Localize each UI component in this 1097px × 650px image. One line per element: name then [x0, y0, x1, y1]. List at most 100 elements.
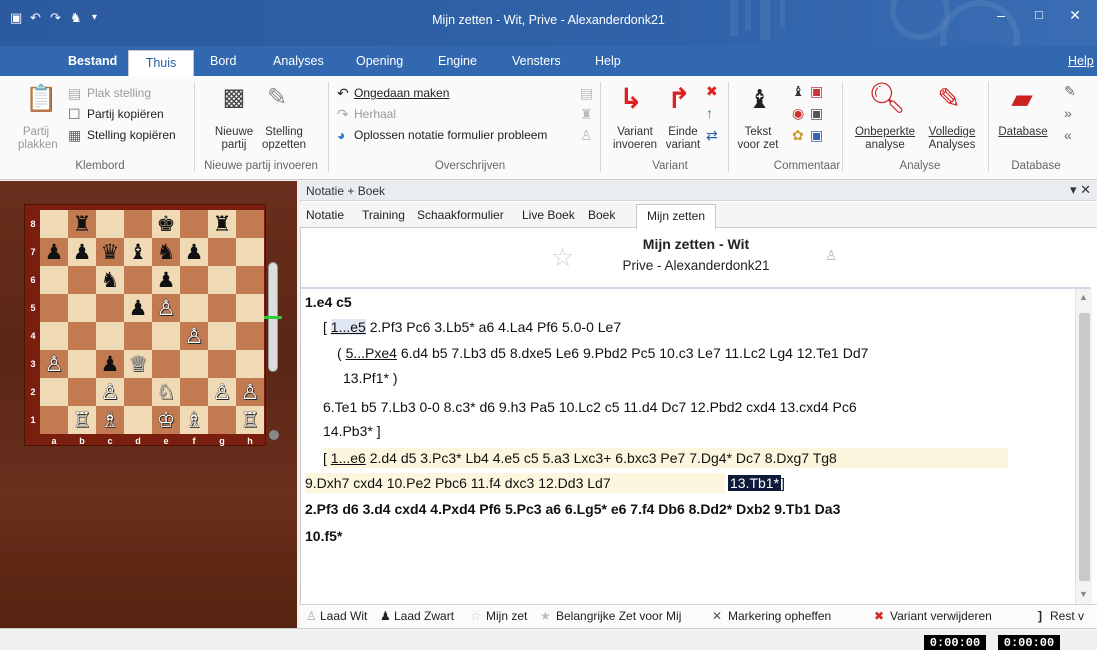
board-square-h7[interactable] — [236, 238, 264, 266]
close-button[interactable]: ✕ — [1058, 0, 1092, 30]
partij-kopieren-button[interactable]: Partij kopiëren — [87, 107, 164, 121]
notation-line-mainline-cont[interactable]: 2.Pf3 d6 3.d4 cxd4 4.Pxd4 Pf6 5.Pc3 a6 6… — [305, 499, 840, 519]
chess-piece[interactable]: ♝ — [129, 240, 148, 264]
board-square-h8[interactable] — [236, 210, 264, 238]
board-square-b7[interactable]: ♟ — [68, 238, 96, 266]
chess-piece[interactable]: ♞ — [157, 240, 176, 264]
subvariant-moves[interactable]: 6.d4 b5 7.Lb3 d5 8.dxe5 Le6 9.Pbd2 Pc5 1… — [397, 345, 869, 361]
variant-moves[interactable]: 2.Pf3 Pc6 3.Lb5* a6 4.La4 Pf6 5.0-0 Le7 — [366, 319, 621, 335]
board-square-c5[interactable] — [96, 294, 124, 322]
tab-thuis[interactable]: Thuis — [128, 50, 194, 76]
board-square-d8[interactable] — [124, 210, 152, 238]
onbeperkte-analyse-button[interactable]: Onbeperkte analyse — [850, 126, 920, 152]
current-move[interactable]: 13.Tb1* — [728, 475, 782, 491]
board-square-e7[interactable]: ♞ — [152, 238, 180, 266]
rest-button[interactable]: Rest v — [1050, 609, 1084, 623]
tab-bestand[interactable]: Bestand — [68, 54, 117, 68]
notation-line-variant-2-cont[interactable]: 9.Dxh7 cxd4 10.Pe2 Pbc6 11.f4 dxc3 12.Dd… — [305, 473, 725, 493]
stelling-opzetten-button[interactable]: Stelling opzetten — [256, 126, 312, 152]
promote-variant-icon[interactable]: ↑ — [706, 106, 713, 120]
scroll-down-icon[interactable]: ▼ — [1079, 589, 1088, 599]
scrollbar-thumb[interactable] — [1079, 313, 1090, 581]
variant-moves[interactable]: 2.d4 d5 3.Pc3* Lb4 4.e5 c5 5.a3 Lxc3+ 6.… — [366, 450, 837, 466]
tab-schaakformulier[interactable]: Schaakformulier — [417, 208, 504, 222]
board-square-b1[interactable]: ♖ — [68, 406, 96, 434]
chess-piece[interactable]: ♚ — [157, 212, 176, 236]
variant-moves[interactable]: 9.Dxh7 cxd4 10.Pe2 Pbc6 11.f4 dxc3 12.Dd… — [305, 475, 611, 491]
board-square-e6[interactable]: ♟ — [152, 266, 180, 294]
board-square-e1[interactable]: ♔ — [152, 406, 180, 434]
tekst-voor-zet-button[interactable]: Tekst voor zet — [736, 126, 780, 152]
board-square-e5[interactable]: ♙ — [152, 294, 180, 322]
db-back-icon[interactable]: « — [1064, 128, 1072, 142]
laad-zwart-button[interactable]: Laad Zwart — [394, 609, 454, 623]
chess-board[interactable]: ♜ ♚ ♜ ♟ ♟ ♛ ♝ ♞ ♟ ♞ ♟ ♟ ♙ ♙ ♙ ♟ ♕ ♙ ♘ ♙ ♙ ♖ ♗ ♔ ♗ ♖ — [40, 210, 264, 434]
board-square-c1[interactable]: ♗ — [96, 406, 124, 434]
stelling-kopieren-button[interactable]: Stelling kopiëren — [87, 128, 176, 142]
maximize-button[interactable]: □ — [1022, 0, 1056, 30]
help-link[interactable]: Help — [1068, 54, 1094, 68]
tab-opening[interactable]: Opening — [356, 54, 403, 68]
tab-notatie[interactable]: Notatie — [306, 208, 344, 222]
notation-current-move-wrap[interactable]: 13.Tb1*] — [728, 473, 785, 493]
chess-piece[interactable]: ♟ — [129, 296, 148, 320]
tab-mijn-zetten[interactable]: Mijn zetten — [636, 204, 716, 229]
herhaal-button[interactable]: Herhaal — [354, 107, 396, 121]
board-square-d2[interactable] — [124, 378, 152, 406]
board-square-h1[interactable]: ♖ — [236, 406, 264, 434]
board-square-g3[interactable] — [208, 350, 236, 378]
chess-piece[interactable]: ♜ — [213, 212, 232, 236]
symbol-dropdown-icon[interactable]: ▣ — [810, 106, 823, 120]
chess-piece[interactable]: ♟ — [101, 352, 120, 376]
board-square-e3[interactable] — [152, 350, 180, 378]
board-square-g6[interactable] — [208, 266, 236, 294]
color-icon[interactable]: ✿ — [792, 128, 804, 142]
mijn-zet-button[interactable]: Mijn zet — [486, 609, 527, 623]
board-square-g8[interactable]: ♜ — [208, 210, 236, 238]
tab-bord[interactable]: Bord — [210, 54, 236, 68]
board-square-h3[interactable] — [236, 350, 264, 378]
nieuwe-partij-button[interactable]: Nieuwe partij — [208, 126, 260, 152]
tab-training[interactable]: Training — [362, 208, 405, 222]
chess-piece[interactable]: ♜ — [73, 212, 92, 236]
board-square-f4[interactable]: ♙ — [180, 322, 208, 350]
board-square-b5[interactable] — [68, 294, 96, 322]
board-square-e4[interactable] — [152, 322, 180, 350]
chess-piece[interactable]: ♙ — [45, 352, 64, 376]
chess-piece[interactable]: ♖ — [73, 408, 92, 432]
board-square-f8[interactable] — [180, 210, 208, 238]
chess-piece[interactable]: ♟ — [185, 240, 204, 264]
board-square-c3[interactable]: ♟ — [96, 350, 124, 378]
tab-vensters[interactable]: Vensters — [512, 54, 561, 68]
board-square-g7[interactable] — [208, 238, 236, 266]
swap-variant-icon[interactable]: ⇄ — [706, 128, 718, 142]
tab-analyses[interactable]: Analyses — [273, 54, 324, 68]
board-square-d6[interactable] — [124, 266, 152, 294]
chess-piece[interactable]: ♕ — [129, 352, 148, 376]
board-square-a1[interactable] — [40, 406, 68, 434]
piece-annotation-icon[interactable]: ♝ — [792, 84, 805, 98]
plak-stelling-button[interactable]: Plak stelling — [87, 86, 151, 100]
board-square-a6[interactable] — [40, 266, 68, 294]
chess-piece[interactable]: ♘ — [157, 380, 176, 404]
board-square-b2[interactable] — [68, 378, 96, 406]
annotation-dropdown-icon[interactable]: ▣ — [810, 84, 823, 98]
board-square-a2[interactable] — [40, 378, 68, 406]
chess-piece[interactable]: ♟ — [73, 240, 92, 264]
chess-piece[interactable]: ♗ — [185, 408, 204, 432]
board-square-g5[interactable] — [208, 294, 236, 322]
board-square-c7[interactable]: ♛ — [96, 238, 124, 266]
board-square-a4[interactable] — [40, 322, 68, 350]
variant-verwijderen-button[interactable]: Variant verwijderen — [890, 609, 992, 623]
notation-line-mainline-end[interactable]: 10.f5* — [305, 526, 342, 546]
board-square-a8[interactable] — [40, 210, 68, 238]
board-square-d7[interactable]: ♝ — [124, 238, 152, 266]
chess-piece[interactable]: ♟ — [45, 240, 64, 264]
partij-plakken-button[interactable]: Partij plakken — [18, 126, 58, 152]
board-square-d4[interactable] — [124, 322, 152, 350]
board-square-h4[interactable] — [236, 322, 264, 350]
board-square-g2[interactable]: ♙ — [208, 378, 236, 406]
eval-dropdown-icon[interactable]: ▣ — [810, 128, 823, 142]
board-square-f7[interactable]: ♟ — [180, 238, 208, 266]
board-square-b6[interactable] — [68, 266, 96, 294]
